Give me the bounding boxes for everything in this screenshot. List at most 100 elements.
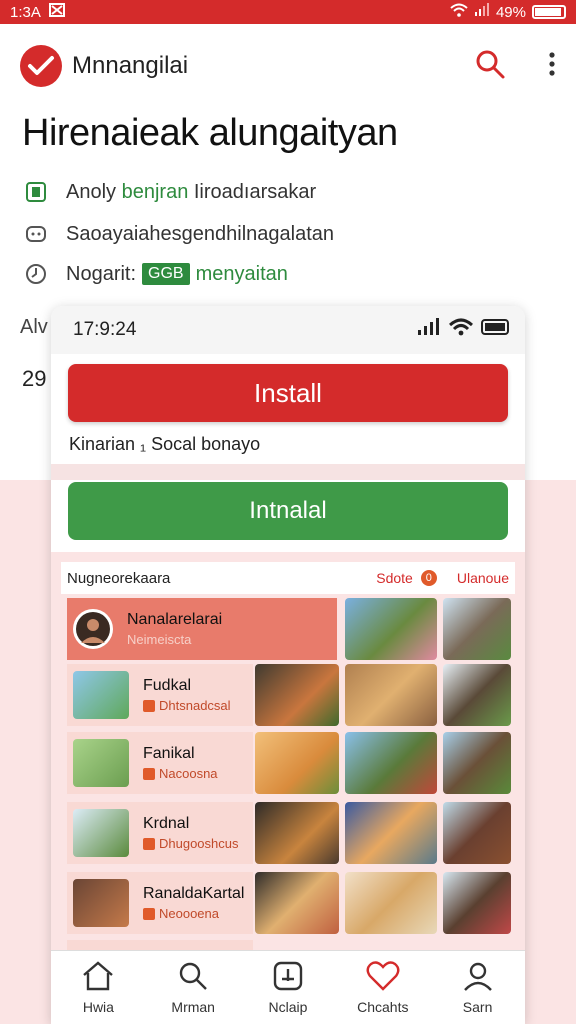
nav-label: Sarn xyxy=(462,999,493,1015)
more-options-icon[interactable] xyxy=(548,51,556,82)
list-item[interactable]: Fanikal Nacoosna xyxy=(67,732,253,794)
nav-item-search[interactable]: Mrman xyxy=(146,951,241,1024)
battery-percent: 49% xyxy=(495,3,526,21)
phone-preview: 17:9:24 Install Kinarian ₁ Socal bonayo … xyxy=(51,306,525,1024)
list-item[interactable]: Krdnal Dhugooshcus xyxy=(67,802,253,864)
list-item-meta: Dhugooshcus xyxy=(143,836,239,851)
app-name: Mnnangilai xyxy=(72,52,189,79)
info-tag: GGB xyxy=(142,263,190,285)
phone-status-bar: 17:9:24 xyxy=(51,306,525,354)
background-label: Alv xyxy=(20,316,48,338)
signal-icon xyxy=(474,3,490,21)
install-subtitle: Kinarian ₁ Socal bonayo xyxy=(69,434,261,454)
nav-item-profile[interactable]: Sarn xyxy=(430,951,525,1024)
list-item-title: Fudkal xyxy=(143,677,192,694)
status-time: 1:3A xyxy=(10,3,41,21)
list-badge: 0 xyxy=(420,570,437,586)
nav-label: Nclaip xyxy=(268,999,308,1015)
nav-label: Mrman xyxy=(171,999,215,1015)
notification-icon xyxy=(48,3,65,21)
photo-tile[interactable] xyxy=(443,664,511,726)
check-icon xyxy=(143,837,155,850)
page-title: Hirenaieak alungaityan xyxy=(22,112,398,154)
nav-item-favorites[interactable]: Chcahts xyxy=(335,951,430,1024)
app-logo-icon xyxy=(20,45,62,87)
device-icon xyxy=(24,222,48,246)
avatar xyxy=(73,609,113,649)
list-action-link[interactable]: Sdote xyxy=(376,570,413,586)
info-suffix: Iiroadıarsakar xyxy=(193,180,317,203)
info-highlight: benjran xyxy=(121,180,189,203)
thumbnail xyxy=(73,671,129,719)
list-header: Nugneorekaara Sdote 0 Ulanoue xyxy=(61,562,515,594)
check-icon xyxy=(143,699,155,712)
photo-tile[interactable] xyxy=(345,598,437,660)
wifi-icon xyxy=(448,318,474,342)
nav-item-add[interactable]: Nclaip xyxy=(241,951,336,1024)
food-image[interactable] xyxy=(255,802,339,864)
list-item-title: Krdnal xyxy=(143,815,190,832)
heart-icon xyxy=(366,960,400,995)
add-icon xyxy=(272,960,304,995)
food-image[interactable] xyxy=(255,664,339,726)
thumbnail xyxy=(73,739,129,787)
list-item-meta: Dhtsnadcsal xyxy=(143,698,231,713)
list-item[interactable]: Fudkal Dhtsnadcsal xyxy=(67,664,253,726)
app-bar: Mnnangilai xyxy=(0,24,576,108)
battery-icon xyxy=(532,5,566,19)
photo-tile[interactable] xyxy=(443,802,511,864)
photo-tile[interactable] xyxy=(345,872,437,934)
search-icon[interactable] xyxy=(474,48,506,85)
list-item[interactable]: Nanalarelarai Neimeiscta xyxy=(67,598,337,660)
divider xyxy=(51,464,525,480)
list-item-subtitle: Neoooena xyxy=(159,906,219,921)
thumbnail xyxy=(73,879,129,927)
profile-icon xyxy=(462,960,494,995)
list-item-meta: Nacoosna xyxy=(143,766,218,781)
battery-icon xyxy=(481,318,511,342)
list-item-subtitle: Dhtsnadcsal xyxy=(159,698,231,713)
phone-time: 17:9:24 xyxy=(73,319,137,340)
list-item-title: Fanikal xyxy=(143,745,195,762)
install-button[interactable]: Install xyxy=(68,364,508,422)
nav-label: Hwia xyxy=(82,999,114,1015)
status-bar: 1:3A 49% xyxy=(0,0,576,24)
photo-tile[interactable] xyxy=(443,872,511,934)
info-row-device: Saoayaiahesgendhilnagalatan xyxy=(24,222,334,246)
check-icon xyxy=(143,767,155,780)
background-value: 29 xyxy=(22,366,47,391)
list-title: Nugneorekaara xyxy=(67,569,171,587)
list-item-meta: Neoooena xyxy=(143,906,244,921)
photo-tile[interactable] xyxy=(443,732,511,794)
photo-tile[interactable] xyxy=(443,598,511,660)
nav-label: Chcahts xyxy=(357,999,409,1015)
info-row-time: Nogarit: GGB menyaitan xyxy=(24,262,288,286)
list-item-subtitle: Neimeiscta xyxy=(127,632,192,647)
bottom-navigation: Hwia Mrman Nclaip Chcahts Sarn xyxy=(51,950,525,1024)
list-action2-link[interactable]: Ulanoue xyxy=(457,570,509,586)
search-icon xyxy=(177,960,209,995)
food-image[interactable] xyxy=(255,732,339,794)
info-row-app: Anoly benjran Iiroadıarsakar xyxy=(24,180,316,204)
check-icon xyxy=(143,907,155,920)
nav-item-home[interactable]: Hwia xyxy=(51,951,146,1024)
photo-tile[interactable] xyxy=(345,802,437,864)
photo-tile[interactable] xyxy=(345,664,437,726)
list-item-subtitle: Nacoosna xyxy=(159,766,218,781)
app-icon xyxy=(24,180,48,204)
list-item-subtitle: Dhugooshcus xyxy=(159,836,239,851)
secondary-button[interactable]: Intnalal xyxy=(68,482,508,540)
list-item[interactable]: RanaldaKartal Neoooena xyxy=(67,872,253,934)
home-icon xyxy=(81,960,115,995)
list-item-title: RanaldaKartal xyxy=(143,885,245,902)
wifi-icon xyxy=(450,3,468,21)
list-item-title: Nanalarelarai xyxy=(127,611,223,628)
info-prefix: Anoly xyxy=(66,180,117,203)
signal-icon xyxy=(417,318,441,342)
info-prefix: Nogarit: xyxy=(66,262,137,285)
info-text: Saoayaiahesgendhilnagalatan xyxy=(66,222,335,245)
thumbnail xyxy=(73,809,129,857)
food-image[interactable] xyxy=(255,872,339,934)
photo-tile[interactable] xyxy=(345,732,437,794)
info-highlight: menyaitan xyxy=(195,262,288,285)
